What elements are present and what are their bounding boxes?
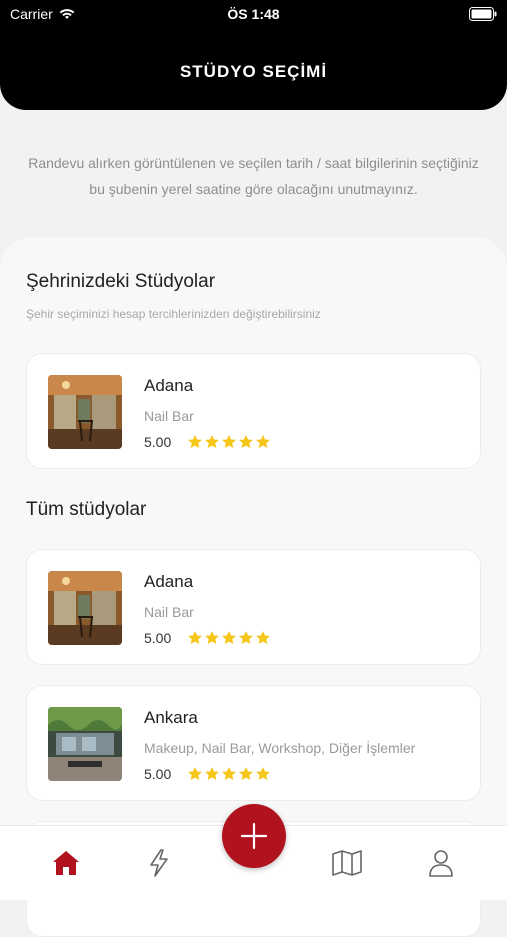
status-bar: Carrier ÖS 1:48 — [10, 6, 497, 24]
lightning-icon — [150, 849, 168, 877]
rating-stars — [187, 766, 271, 782]
star-icon — [205, 435, 219, 448]
timezone-notice: Randevu alırken görüntülenen ve seçilen … — [28, 155, 479, 197]
studio-list-sheet: Şehrinizdeki Stüdyolar Şehir seçiminizi … — [0, 237, 507, 937]
studio-rating: 5.00 — [144, 766, 172, 782]
star-icon — [256, 631, 270, 644]
city-studios-subtitle: Şehir seçiminizi hesap tercihlerinizden … — [26, 307, 321, 321]
studio-card-adana-city[interactable]: Adana Nail Bar 5.00 — [26, 353, 481, 469]
star-icon — [188, 767, 202, 780]
studio-services: Nail Bar — [144, 604, 194, 620]
user-icon — [429, 850, 453, 877]
plus-icon — [240, 822, 268, 850]
page-title: STÜDYO SEÇİMİ — [179, 62, 328, 81]
add-appointment-button[interactable] — [222, 804, 286, 868]
map-icon — [332, 850, 362, 876]
studio-photo — [48, 571, 122, 645]
star-icon — [222, 767, 236, 780]
studio-photo — [48, 707, 122, 781]
star-icon — [205, 767, 219, 780]
star-icon — [256, 767, 270, 780]
star-icon — [205, 631, 219, 644]
star-icon — [239, 767, 253, 780]
tab-services[interactable] — [142, 846, 176, 880]
studio-name: Adana — [144, 376, 194, 395]
studio-photo — [48, 375, 122, 449]
home-icon — [53, 851, 79, 875]
all-studios-heading: Tüm stüdyolar — [26, 499, 147, 520]
rating-stars — [187, 434, 271, 450]
status-time: ÖS 1:48 — [227, 6, 280, 22]
star-icon — [239, 435, 253, 448]
star-icon — [222, 631, 236, 644]
star-icon — [256, 435, 270, 448]
tab-profile[interactable] — [424, 846, 458, 880]
studio-name: Adana — [144, 572, 194, 591]
star-icon — [239, 631, 253, 644]
tab-home[interactable] — [49, 846, 83, 880]
battery-icon — [469, 7, 497, 21]
studio-card-ankara[interactable]: Ankara Makeup, Nail Bar, Workshop, Diğer… — [26, 685, 481, 801]
studio-name: Ankara — [144, 708, 198, 727]
studio-services: Makeup, Nail Bar, Workshop, Diğer İşleml… — [144, 740, 416, 756]
studio-card-adana[interactable]: Adana Nail Bar 5.00 — [26, 549, 481, 665]
studio-services: Nail Bar — [144, 408, 194, 424]
star-icon — [188, 435, 202, 448]
header: Carrier ÖS 1:48 STÜDYO SEÇİMİ — [0, 0, 507, 110]
star-icon — [188, 631, 202, 644]
star-icon — [222, 435, 236, 448]
studio-rating: 5.00 — [144, 434, 172, 450]
tab-map[interactable] — [330, 846, 364, 880]
studio-rating: 5.00 — [144, 630, 172, 646]
city-studios-heading: Şehrinizdeki Stüdyolar — [26, 271, 216, 292]
rating-stars — [187, 630, 271, 646]
